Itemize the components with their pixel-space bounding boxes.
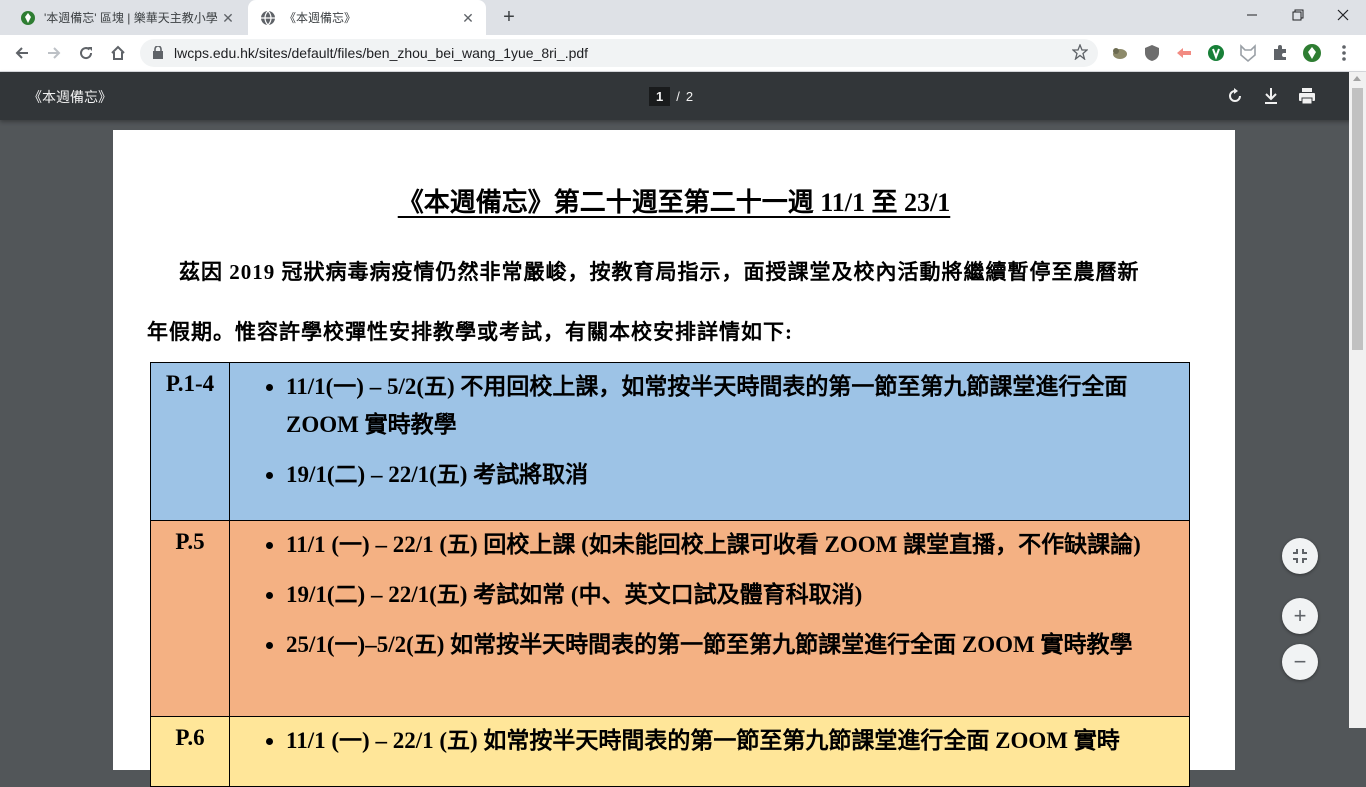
zoom-in-button[interactable]: + <box>1282 598 1318 634</box>
pdf-toolbar: 《本週備忘》 1 / 2 <box>0 72 1366 120</box>
back-arrow-icon[interactable] <box>10 41 34 65</box>
extensions-puzzle-icon[interactable] <box>1270 43 1290 63</box>
page-indicator: 1 / 2 <box>649 85 693 107</box>
intro-line-2: 年假期。惟容許學校彈性安排教學或考試，有關本校安排詳情如下: <box>147 320 793 344</box>
close-window-icon[interactable] <box>1320 0 1366 30</box>
intro-line-1: 茲因 2019 冠狀病毒病疫情仍然非常嚴峻，按教育局指示，面授課堂及校內活動將繼… <box>179 260 1140 284</box>
document-heading: 《本週備忘》第二十週至第二十一週 11/1 至 23/1 <box>113 182 1235 219</box>
bookmark-star-icon[interactable] <box>1072 44 1088 60</box>
list-item: 25/1(一)–5/2(五) 如常按半天時間表的第一節至第九節課堂進行全面 ZO… <box>286 626 1188 664</box>
grade-cell: P.6 <box>150 716 230 787</box>
current-page-input[interactable]: 1 <box>649 86 671 106</box>
grade-cell: P.1-4 <box>150 362 230 521</box>
pdf-title: 《本週備忘》 <box>28 89 112 105</box>
list-item: 19/1(二) – 22/1(五) 考試將取消 <box>286 456 1188 494</box>
zoom-out-button[interactable]: − <box>1282 644 1318 680</box>
tab-title: 《本週備忘》 <box>284 11 357 25</box>
lock-icon <box>153 46 163 59</box>
list-item: 11/1(一) – 5/2(五) 不用回校上課，如常按半天時間表的第一節至第九節… <box>286 368 1188 444</box>
browser-toolbar: lwcps.edu.hk/sites/default/files/ben_zho… <box>0 35 1366 72</box>
table-row: P.1-4 11/1(一) – 5/2(五) 不用回校上課，如常按半天時間表的第… <box>150 362 1190 521</box>
arrangement-cell: 11/1(一) – 5/2(五) 不用回校上課，如常按半天時間表的第一節至第九節… <box>229 362 1190 521</box>
vertical-scrollbar[interactable] <box>1349 72 1366 728</box>
scrollbar-thumb[interactable] <box>1352 88 1363 350</box>
arrangement-cell: 11/1 (一) – 22/1 (五) 如常按半天時間表的第一節至第九節課堂進行… <box>229 716 1190 787</box>
tab-pdf[interactable]: 《本週備忘》 ✕ <box>248 0 486 35</box>
address-bar[interactable]: lwcps.edu.hk/sites/default/files/ben_zho… <box>140 39 1098 67</box>
restore-icon[interactable] <box>1275 0 1321 30</box>
extension-green-icon[interactable] <box>1206 43 1226 63</box>
extension-fox-icon[interactable] <box>1238 43 1258 63</box>
menu-kebab-icon[interactable] <box>1334 43 1354 63</box>
url-text: lwcps.edu.hk/sites/default/files/ben_zho… <box>174 45 589 61</box>
fit-to-page-icon <box>1293 549 1307 563</box>
home-icon[interactable] <box>106 41 130 65</box>
schedule-table: P.1-4 11/1(一) – 5/2(五) 不用回校上課，如常按半天時間表的第… <box>150 362 1190 787</box>
table-row: P.6 11/1 (一) – 22/1 (五) 如常按半天時間表的第一節至第九節… <box>150 716 1190 787</box>
tab-school-page[interactable]: '本週備忘' 區塊 | 樂華天主教小學 ✕ <box>8 0 246 35</box>
tab-title: '本週備忘' 區塊 | 樂華天主教小學 <box>44 11 218 25</box>
close-tab-icon[interactable]: ✕ <box>220 10 236 26</box>
reload-icon[interactable] <box>74 41 98 65</box>
extension-red-arrow-icon[interactable] <box>1174 43 1194 63</box>
list-item: 11/1 (一) – 22/1 (五) 回校上課 (如未能回校上課可收看 ZOO… <box>286 526 1188 564</box>
fit-page-button[interactable] <box>1282 538 1318 574</box>
school-favicon-icon <box>21 10 35 25</box>
scroll-up-arrow-icon[interactable] <box>1353 76 1361 81</box>
shield-icon[interactable] <box>1142 43 1162 63</box>
total-pages: 2 <box>685 88 694 104</box>
list-item: 19/1(二) – 22/1(五) 考試如常 (中、英文口試及體育科取消) <box>286 576 1188 614</box>
arrangement-cell: 11/1 (一) – 22/1 (五) 回校上課 (如未能回校上課可收看 ZOO… <box>229 520 1190 717</box>
close-tab-icon[interactable]: ✕ <box>460 10 476 26</box>
profile-avatar-icon[interactable] <box>1302 43 1322 63</box>
new-tab-button[interactable]: + <box>499 7 519 28</box>
print-icon[interactable] <box>1296 85 1318 107</box>
rotate-icon[interactable] <box>1224 85 1246 107</box>
minimize-icon[interactable] <box>1229 0 1275 30</box>
pdf-page: 《本週備忘》第二十週至第二十一週 11/1 至 23/1 茲因 2019 冠狀病… <box>113 130 1235 787</box>
extension-bird-icon[interactable] <box>1110 43 1130 63</box>
download-icon[interactable] <box>1260 85 1282 107</box>
heading-text: 《本週備忘》第二十週至第二十一週 11/1 至 23/1 <box>397 188 951 217</box>
tab-strip: '本週備忘' 區塊 | 樂華天主教小學 ✕ 《本週備忘》 ✕ + <box>0 0 1366 35</box>
forward-arrow-icon[interactable] <box>42 41 66 65</box>
table-row: P.5 11/1 (一) – 22/1 (五) 回校上課 (如未能回校上課可收看… <box>150 520 1190 717</box>
page-separator: / <box>676 88 680 104</box>
grade-cell: P.5 <box>150 520 230 717</box>
globe-icon <box>261 10 275 25</box>
